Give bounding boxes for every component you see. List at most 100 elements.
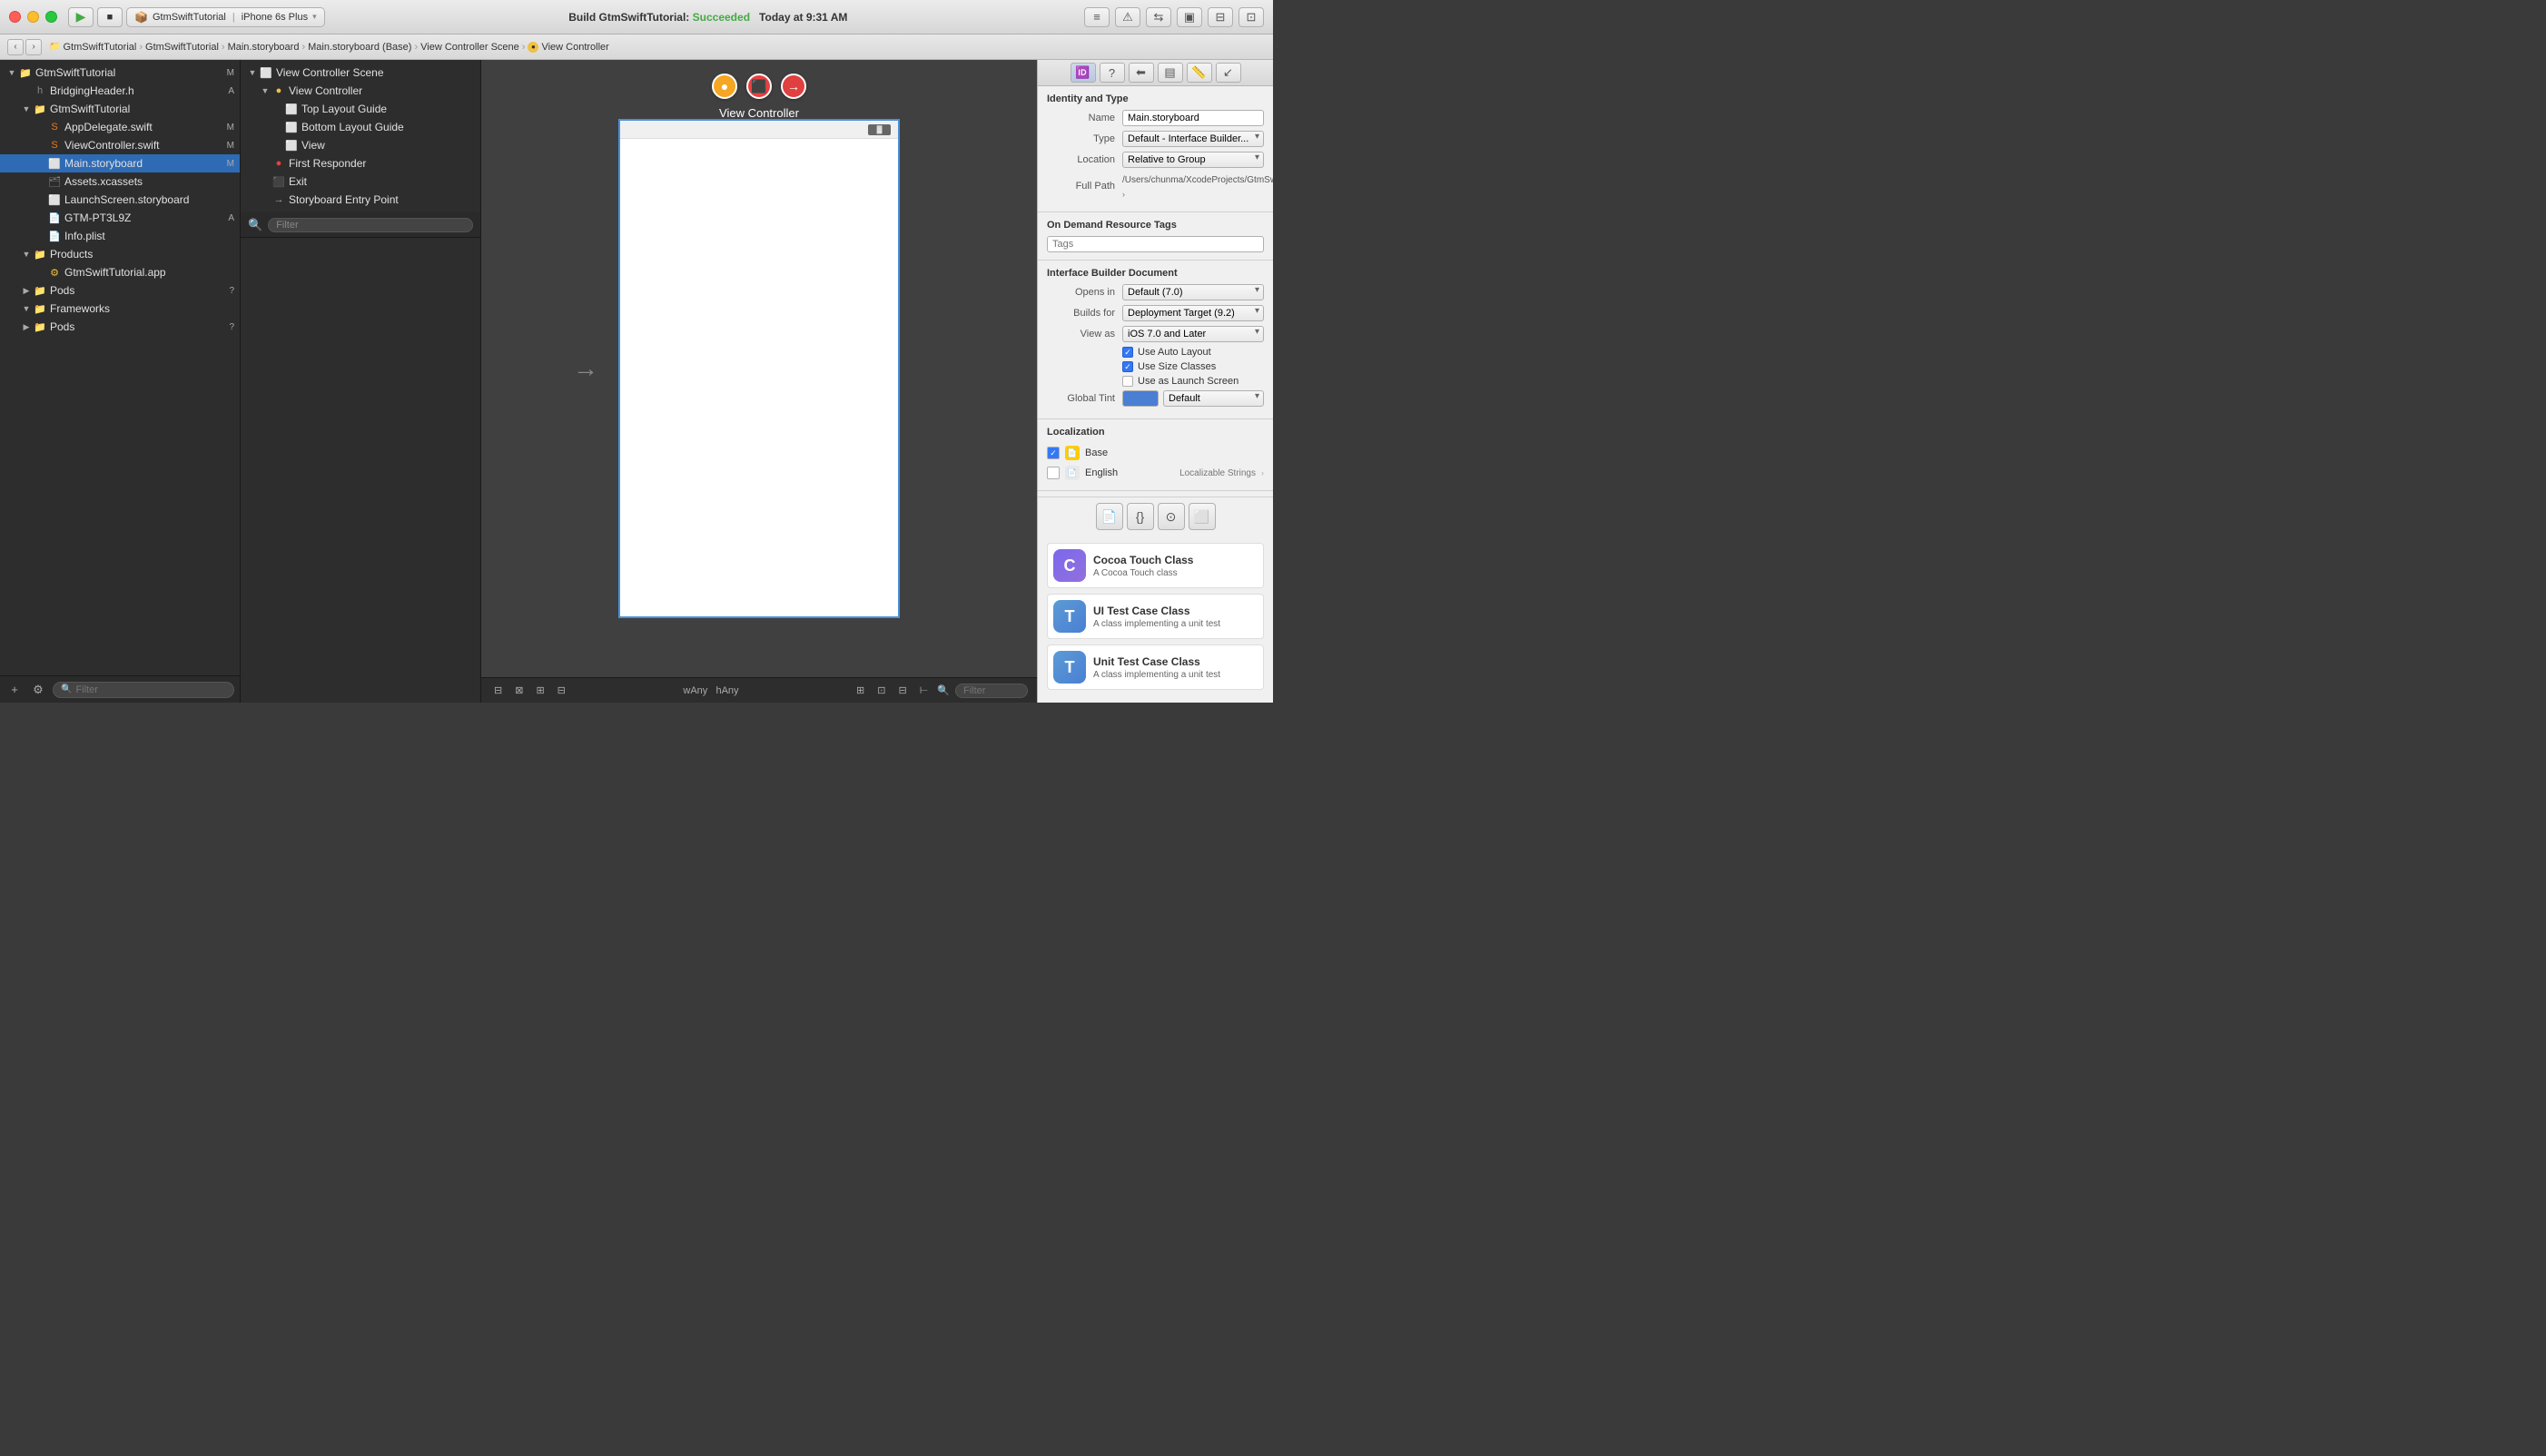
sidebar-filter-input[interactable] [75, 684, 226, 695]
zoom-btn2[interactable]: ⊡ [873, 684, 889, 696]
outline-top-layout[interactable]: ▶ ⬜ Top Layout Guide [241, 100, 480, 118]
zoom-fit-btn[interactable]: ⊠ [511, 684, 527, 696]
tree-products[interactable]: ▼ 📁 Products [0, 245, 240, 263]
tree-launchscreen[interactable]: ▶ ⬜ LaunchScreen.storyboard [0, 191, 240, 209]
auto-layout-checkbox[interactable]: ✓ [1122, 347, 1133, 358]
layout1-button[interactable]: ▣ [1177, 7, 1202, 27]
vc-phone-mockup[interactable]: ▓ [618, 119, 900, 618]
tree-infoplist[interactable]: ▶ 📄 Info.plist [0, 227, 240, 245]
outline-filter-input[interactable] [268, 218, 473, 232]
tree-pods1[interactable]: ▶ 📁 Pods ? [0, 281, 240, 300]
outline-view[interactable]: ▶ ⬜ View [241, 136, 480, 154]
vc-scene-icon-exit[interactable]: → [781, 74, 806, 99]
tree-appdelegate[interactable]: ▶ S AppDelegate.swift M [0, 118, 240, 136]
unit-test-snippet[interactable]: T Unit Test Case Class A class implement… [1047, 644, 1264, 690]
stop-button[interactable]: ■ [97, 7, 123, 27]
rp-back-btn[interactable]: ⬅ [1129, 63, 1154, 83]
rp-forward-btn[interactable]: ▤ [1158, 63, 1183, 83]
tree-group-gtm[interactable]: ▼ 📁 GtmSwiftTutorial [0, 100, 240, 118]
opens-in-select[interactable]: Default (7.0) [1122, 284, 1264, 300]
view-as-select[interactable]: iOS 7.0 and Later [1122, 326, 1264, 342]
editor-area[interactable]: → ● ⬛ → View Controller [481, 60, 1037, 677]
launch-screen-checkbox[interactable] [1122, 376, 1133, 387]
canvas-filter-input[interactable] [955, 684, 1028, 698]
tree-assets[interactable]: ▶ 🗂 Assets.xcassets [0, 172, 240, 191]
cocoa-touch-snippet[interactable]: C Cocoa Touch Class A Cocoa Touch class [1047, 543, 1264, 588]
type-row: Type Default - Interface Builder... [1047, 131, 1264, 147]
project-icon: 📁 [18, 65, 33, 80]
outline-vc-scene[interactable]: ▼ ⬜ View Controller Scene [241, 64, 480, 82]
bc-mainstoryboard-base[interactable]: Main.storyboard (Base) [308, 42, 411, 53]
layout2-button[interactable]: ⊟ [1208, 7, 1233, 27]
tags-input[interactable] [1047, 236, 1264, 252]
builds-for-select[interactable]: Deployment Target (9.2) [1122, 305, 1264, 321]
device-name: iPhone 6s Plus [242, 12, 308, 23]
bc-gtmswift1[interactable]: 📁 GtmSwiftTutorial [49, 42, 136, 53]
navigator-button[interactable]: ≡ [1084, 7, 1110, 27]
outline-vc[interactable]: ▼ ● View Controller [241, 82, 480, 100]
grid-btn[interactable]: ⊞ [853, 684, 868, 696]
launch-label: LaunchScreen.storyboard [64, 193, 240, 206]
rp-circle-icon[interactable]: ⊙ [1158, 503, 1185, 530]
name-input[interactable] [1122, 110, 1264, 126]
outline-bottom-layout[interactable]: ▶ ⬜ Bottom Layout Guide [241, 118, 480, 136]
loc-english-checkbox[interactable] [1047, 467, 1060, 479]
location-select[interactable]: Relative to Group [1122, 152, 1264, 168]
tree-frameworks[interactable]: ▼ 📁 Frameworks [0, 300, 240, 318]
minimize-button[interactable] [27, 11, 39, 23]
tree-project[interactable]: ▼ 📁 GtmSwiftTutorial M [0, 64, 240, 82]
rp-file-icon[interactable]: 📄 [1096, 503, 1123, 530]
tree-gtmplist[interactable]: ▶ 📄 GTM-PT3L9Z A [0, 209, 240, 227]
vc-scene-label: View Controller Scene [276, 66, 480, 79]
outline-exit[interactable]: ▶ ⬛ Exit [241, 172, 480, 191]
maximize-button[interactable] [45, 11, 57, 23]
fullpath-label: Full Path [1047, 181, 1115, 192]
vc-scene-icon-red[interactable]: ⬛ [746, 74, 772, 99]
layout-toggle-btn[interactable]: ⊟ [490, 684, 506, 696]
rp-square-icon[interactable]: ⬜ [1189, 503, 1216, 530]
outline-first-responder[interactable]: ▶ ● First Responder [241, 154, 480, 172]
rp-toolbar: 🆔 ? ⬅ ▤ 📏 ↙ [1038, 60, 1273, 86]
global-tint-select[interactable]: Default [1163, 390, 1264, 407]
bc-vc[interactable]: ● View Controller [528, 42, 608, 53]
back-forward-button[interactable]: ⇆ [1146, 7, 1171, 27]
sidebar-options-button[interactable]: ⚙ [29, 681, 47, 699]
bridging-label: BridgingHeader.h [50, 84, 228, 97]
zoom-in-btn[interactable]: ⊞ [532, 684, 548, 696]
warning-button[interactable]: ⚠ [1115, 7, 1140, 27]
global-tint-swatch[interactable] [1122, 390, 1159, 407]
breadcrumb-forward[interactable]: › [25, 39, 42, 55]
tree-bridging[interactable]: ▶ h BridgingHeader.h A [0, 82, 240, 100]
canvas-options-btn[interactable]: ⊟ [894, 684, 910, 696]
rp-help-btn[interactable]: ? [1100, 63, 1125, 83]
tree-mainstoryboard[interactable]: ▶ ⬜ Main.storyboard M [0, 154, 240, 172]
breadcrumb-back[interactable]: ‹ [7, 39, 24, 55]
group-icon: 📁 [33, 102, 47, 116]
storyboard-entry-arrow: → [573, 354, 598, 383]
type-select[interactable]: Default - Interface Builder... [1122, 131, 1264, 147]
loc-base-checkbox[interactable]: ✓ [1047, 447, 1060, 459]
ui-test-snippet[interactable]: T UI Test Case Class A class implementin… [1047, 594, 1264, 639]
close-button[interactable] [9, 11, 21, 23]
vc-scene-icon-yellow[interactable]: ● [712, 74, 737, 99]
bc-gtmswift2[interactable]: GtmSwiftTutorial [145, 42, 219, 53]
scheme-selector[interactable]: 📦 GtmSwiftTutorial | iPhone 6s Plus ▾ [126, 7, 325, 27]
bc-mainstoryboard[interactable]: Main.storyboard [228, 42, 300, 53]
main-storyboard-badge: M [227, 159, 234, 169]
tree-viewcontroller[interactable]: ▶ S ViewController.swift M [0, 136, 240, 154]
view-as-wrapper: iOS 7.0 and Later [1122, 326, 1264, 342]
bc-vc-scene[interactable]: View Controller Scene [420, 42, 519, 53]
rp-code-icon[interactable]: {} [1127, 503, 1154, 530]
rp-identity-btn[interactable]: 🆔 [1071, 63, 1096, 83]
play-button[interactable]: ▶ [68, 7, 94, 27]
tree-app[interactable]: ▶ ⚙ GtmSwiftTutorial.app [0, 263, 240, 281]
size-classes-checkbox[interactable]: ✓ [1122, 361, 1133, 372]
rp-arrow-btn[interactable]: ↙ [1216, 63, 1241, 83]
tree-pods2[interactable]: ▶ 📁 Pods ? [0, 318, 240, 336]
layout3-button[interactable]: ⊡ [1238, 7, 1264, 27]
outline-entry[interactable]: ▶ → Storyboard Entry Point [241, 191, 480, 209]
add-file-button[interactable]: + [5, 681, 24, 699]
fit-btn[interactable]: ⊢ [916, 684, 933, 696]
rp-ruler-btn[interactable]: 📏 [1187, 63, 1212, 83]
zoom-out-btn[interactable]: ⊟ [554, 684, 569, 696]
